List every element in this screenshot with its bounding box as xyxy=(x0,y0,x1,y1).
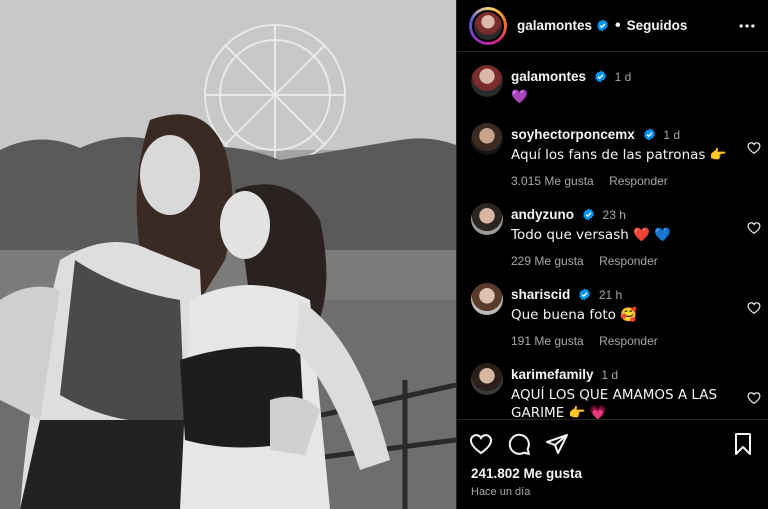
comment-time: 21 h xyxy=(598,288,623,302)
more-options-icon[interactable] xyxy=(737,16,757,36)
caption-avatar[interactable] xyxy=(471,65,503,97)
comment-time: 1 d xyxy=(663,128,681,142)
comment-text: Aquí los fans de las patronas 👉 xyxy=(511,147,727,163)
post-timestamp[interactable]: Hace un día xyxy=(471,486,530,498)
author-username[interactable]: galamontes xyxy=(517,18,592,33)
comment-item: andyzuno 23 h Todo que versash ❤️ 💙 229 … xyxy=(471,203,761,268)
verified-badge-icon xyxy=(643,128,655,141)
caption-username[interactable]: galamontes xyxy=(511,69,586,84)
post-photo[interactable] xyxy=(0,0,456,509)
instagram-post: galamontes • Seguidos galamontes 1 d 💜 s… xyxy=(0,0,768,509)
comment-avatar[interactable] xyxy=(471,363,503,395)
comment-likes[interactable]: 3.015 Me gusta xyxy=(511,174,594,188)
comment-like-heart-icon[interactable] xyxy=(747,141,761,155)
comment-username[interactable]: soyhectorponcemx xyxy=(511,127,635,142)
following-button[interactable]: Seguidos xyxy=(627,18,688,33)
comment-icon[interactable] xyxy=(507,432,531,456)
comments-list[interactable]: galamontes 1 d 💜 soyhectorponcemx 1 d Aq… xyxy=(457,53,768,419)
header-separator: • xyxy=(615,16,621,34)
verified-badge-icon xyxy=(594,70,606,83)
verified-badge-icon xyxy=(579,288,590,301)
comment-likes[interactable]: 191 Me gusta xyxy=(511,334,584,348)
comment-time: 23 h xyxy=(602,208,626,222)
comment-item: karimefamily 1 d AQUÍ LOS QUE AMAMOS A L… xyxy=(471,363,761,419)
post-panel: galamontes • Seguidos galamontes 1 d 💜 s… xyxy=(456,0,768,509)
comment-like-heart-icon[interactable] xyxy=(747,221,761,235)
comment-username[interactable]: andyzuno xyxy=(511,207,574,222)
comment-text: AQUÍ LOS QUE AMAMOS A LAS GARIME 👉 💗 xyxy=(511,387,718,419)
comment-item: shariscid 21 h Que buena foto 🥰 191 Me g… xyxy=(471,283,761,348)
photo-illustration xyxy=(0,0,456,509)
share-icon[interactable] xyxy=(545,432,569,456)
action-bar xyxy=(469,432,759,458)
comment-avatar[interactable] xyxy=(471,283,503,315)
comment-time: 1 d xyxy=(601,368,619,382)
post-header: galamontes • Seguidos xyxy=(457,0,768,52)
comment-text: Todo que versash ❤️ 💙 xyxy=(511,227,671,243)
caption-text: 💜 xyxy=(511,89,528,105)
comment-text: Que buena foto 🥰 xyxy=(511,307,637,323)
comment-like-heart-icon[interactable] xyxy=(747,301,761,315)
bookmark-icon[interactable] xyxy=(731,432,755,456)
comment-avatar[interactable] xyxy=(471,203,503,235)
caption: galamontes 1 d 💜 xyxy=(471,65,761,107)
comment-avatar[interactable] xyxy=(471,123,503,155)
author-avatar[interactable] xyxy=(469,6,507,45)
post-footer: 241.802 Me gusta Hace un día xyxy=(457,419,768,509)
verified-badge-icon xyxy=(582,208,594,221)
comment-username[interactable]: karimefamily xyxy=(511,367,594,382)
caption-time: 1 d xyxy=(614,70,632,84)
comment-likes[interactable]: 229 Me gusta xyxy=(511,254,584,268)
reply-button[interactable]: Responder xyxy=(599,334,658,348)
heart-icon[interactable] xyxy=(469,432,493,456)
reply-button[interactable]: Responder xyxy=(609,174,668,188)
verified-badge-icon xyxy=(597,19,608,32)
comment-like-heart-icon[interactable] xyxy=(747,391,761,405)
reply-button[interactable]: Responder xyxy=(599,254,658,268)
post-likes-count[interactable]: 241.802 Me gusta xyxy=(471,466,582,481)
comment-username[interactable]: shariscid xyxy=(511,287,570,302)
comment-item: soyhectorponcemx 1 d Aquí los fans de la… xyxy=(471,123,761,188)
